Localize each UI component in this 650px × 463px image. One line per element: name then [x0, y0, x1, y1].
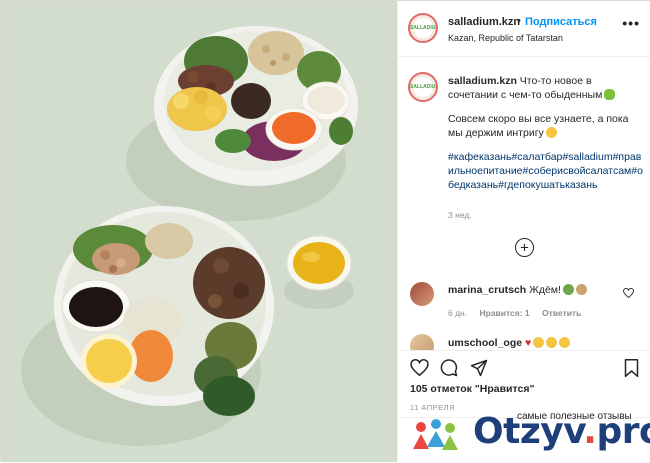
avatar-logo-text: SALLADIUM: [410, 24, 438, 31]
watermark-brand: Otzyv.pro: [473, 411, 650, 452]
salad-emoji-icon: [562, 284, 574, 295]
comments-section[interactable]: SALLADIUM salladium.kzn Что-то новое в с…: [398, 58, 650, 350]
bookmark-icon[interactable]: [624, 359, 639, 377]
watermark-brand-main: Otzyv: [473, 411, 584, 452]
follow-button[interactable]: Подписаться: [525, 16, 597, 28]
caption-avatar-logo-text: SALLADIUM: [410, 83, 438, 90]
comment-bubble-icon[interactable]: [440, 359, 458, 377]
post-photo[interactable]: [1, 1, 397, 462]
post-caption: salladium.kzn Что-то новое в сочетании с…: [448, 74, 644, 192]
comment-likes[interactable]: Нравится: 1: [479, 308, 529, 318]
salad-bowls-image: [1, 1, 397, 462]
watermark-brand-dot: .: [583, 411, 597, 452]
caption-hashtags[interactable]: #кафеказань#салатбар#salladium#правильно…: [448, 150, 644, 192]
smile-emoji-icon: [533, 337, 545, 348]
header-username[interactable]: salladium.kzn: [448, 16, 520, 28]
caption-line2: Совсем скоро вы все узнаете, а пока мы д…: [448, 113, 629, 139]
plus-circle-icon: +: [520, 239, 529, 256]
likes-count[interactable]: 105 отметок "Нравится": [410, 383, 534, 395]
share-paper-plane-icon[interactable]: [470, 359, 488, 377]
comment-text: marina_crutsch Ждём!: [448, 284, 587, 296]
comment-body: ♥: [525, 337, 532, 349]
instagram-post-window: SALLADIUM salladium.kzn • Подписаться Ka…: [0, 0, 650, 462]
smile-emoji-icon: [546, 337, 558, 348]
load-more-comments-button[interactable]: +: [515, 238, 534, 257]
header-separator: •: [517, 15, 521, 27]
caption-username[interactable]: salladium.kzn: [448, 75, 517, 87]
oil-cup: [286, 235, 352, 291]
comment-avatar[interactable]: [410, 282, 434, 306]
location-link[interactable]: Kazan, Republic of Tatarstan: [448, 33, 563, 43]
comment-body: Ждём!: [529, 284, 561, 296]
comment-time[interactable]: 6 дн.: [448, 308, 467, 318]
comment-like-heart-icon[interactable]: [623, 288, 634, 298]
top-salad-bowl: [154, 26, 358, 186]
watermark-brand-tld: pro: [596, 411, 650, 452]
more-options-icon[interactable]: •••: [622, 15, 640, 31]
winking-face-emoji-icon: [545, 127, 557, 138]
post-date[interactable]: 11 АПРЕЛЯ: [410, 403, 455, 412]
comment-username[interactable]: marina_crutsch: [448, 284, 526, 296]
smile-emoji-icon: [559, 337, 571, 348]
caption-timestamp[interactable]: 3 нед.: [448, 210, 472, 220]
comment-reply-button[interactable]: Ответить: [542, 308, 581, 318]
comment-username[interactable]: umschool_oge: [448, 337, 522, 349]
comment-text: umschool_oge ♥: [448, 337, 571, 349]
cucumber-emoji-icon: [604, 89, 616, 100]
like-heart-icon[interactable]: [410, 359, 429, 376]
otzyv-people-logo-icon: [413, 419, 458, 450]
comment-meta: 6 дн. Нравится: 1 Ответить: [448, 308, 591, 318]
profile-avatar[interactable]: SALLADIUM: [408, 13, 438, 43]
caption-avatar[interactable]: SALLADIUM: [408, 72, 438, 102]
post-side-panel: SALLADIUM salladium.kzn • Подписаться Ka…: [397, 1, 650, 462]
post-header: SALLADIUM salladium.kzn • Подписаться Ka…: [398, 1, 650, 57]
comment-avatar[interactable]: [410, 334, 434, 350]
potato-emoji-icon: [575, 284, 587, 295]
